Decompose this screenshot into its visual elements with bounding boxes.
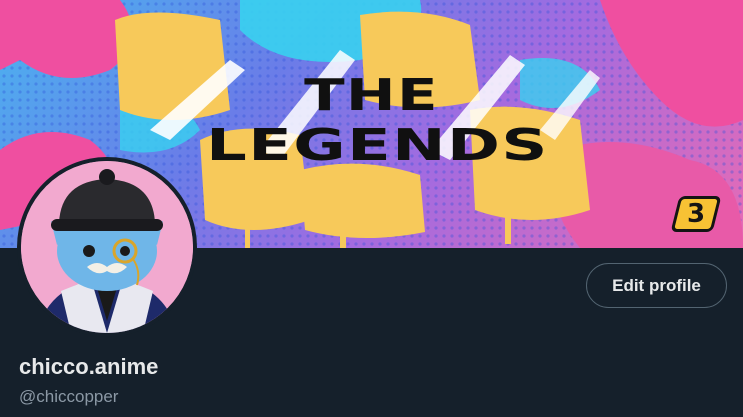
- banner-title-the: THE: [304, 70, 439, 121]
- profile-display-name: chicco.anime: [19, 354, 159, 379]
- avatar-image: [21, 161, 193, 333]
- season-badge-number: 3: [686, 199, 706, 229]
- cartoon-cat-avatar-icon: [21, 161, 193, 333]
- profile-handle: @chiccopper: [19, 387, 119, 406]
- edit-profile-button[interactable]: Edit profile: [586, 263, 727, 308]
- profile-page: THE LEGENDS 3 Edit profile chicco.anime …: [0, 0, 743, 417]
- avatar[interactable]: [17, 157, 197, 337]
- season-badge: 3: [670, 196, 722, 232]
